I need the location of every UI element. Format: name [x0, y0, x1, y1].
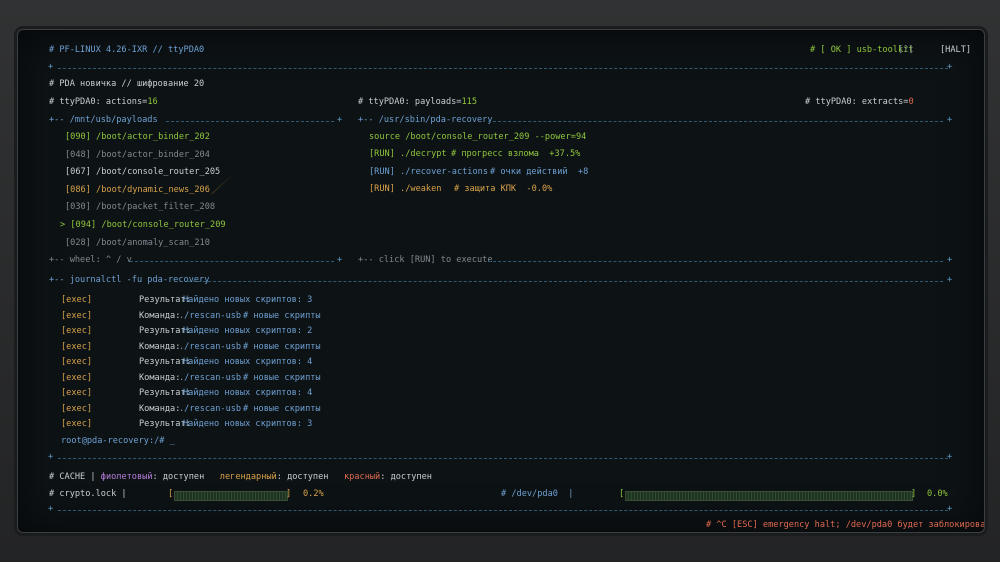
rule-plus: +	[48, 452, 54, 462]
cache-legendary: легендарный	[219, 472, 277, 482]
payload-item[interactable]: [086] /boot/dynamic_news_206	[65, 185, 210, 196]
journal-text: ./rescan-usb	[179, 310, 242, 321]
actions-counter: # ttyPDA0: actions=16	[49, 97, 158, 107]
dev-bracket-close: ]	[911, 489, 917, 499]
journal-tag: [exec]	[61, 403, 93, 414]
rule-plus: +	[48, 62, 54, 72]
journal-label: Команда:	[139, 341, 181, 352]
terminal-title: # PF-LINUX 4.26-IXR // ttyPDA0	[49, 45, 205, 55]
emergency-halt-warning: # ^C [ESC] emergency halt; /dev/pda0 буд…	[706, 520, 985, 530]
cache-line: # CACHE | фиолетовый: доступен легендарн…	[49, 472, 432, 482]
journal-tag: [exec]	[61, 419, 93, 429]
terminal-window: # PF-LINUX 4.26-IXR // ttyPDA0 # [ OK ] …	[17, 29, 985, 533]
run-button[interactable]: [RUN] ./decrypt	[369, 149, 447, 160]
payload-item[interactable]: [048] /boot/actor_binder_204	[65, 150, 210, 161]
rule-plus: +	[48, 504, 54, 514]
rule-plus: +	[337, 115, 343, 125]
help-button[interactable]: [?]	[898, 45, 914, 56]
shell-prompt[interactable]: root@pda-recovery:/# _	[61, 436, 175, 447]
journal-note: # новые скрипты	[243, 310, 321, 321]
journal-tag: [exec]	[61, 357, 93, 367]
cache-purple: фиолетовый	[100, 472, 153, 482]
run-note: # прогресс взлома +37.5%	[451, 149, 581, 159]
journal-tag: [exec]	[61, 310, 93, 321]
dev-bracket-open: [	[619, 489, 625, 499]
rule-plus: +	[947, 275, 953, 285]
journal-tag: [exec]	[61, 295, 93, 305]
halt-button[interactable]: [HALT]	[940, 45, 971, 56]
rule-plus: +	[947, 452, 953, 462]
payloads-footer: +-- wheel: ^ / v	[49, 255, 132, 265]
journal-tag: [exec]	[61, 388, 93, 398]
rule-plus: +	[947, 62, 953, 72]
crypto-bracket-open: [	[168, 489, 174, 499]
rule	[58, 510, 948, 511]
journal-tag: [exec]	[61, 326, 93, 336]
rule	[488, 121, 943, 122]
recovery-header: +-- /usr/sbin/pda-recovery	[358, 115, 493, 125]
rule-plus: +	[947, 115, 953, 125]
rule	[58, 458, 948, 459]
journal-note: # новые скрипты	[243, 372, 321, 383]
crypto-lock-bar	[174, 491, 288, 501]
journal-text: Найдено новых скриптов: 3	[183, 419, 313, 429]
payloads-header: +-- /mnt/usb/payloads	[49, 115, 158, 125]
journal-text: Найдено новых скриптов: 4	[183, 388, 313, 398]
extracts-counter: # ttyPDA0: extracts=0	[805, 97, 914, 107]
payload-item[interactable]: > [094] /boot/console_router_209	[60, 220, 226, 231]
journal-note: # новые скрипты	[243, 403, 321, 414]
run-button[interactable]: [RUN] ./weaken	[369, 184, 441, 195]
payload-item[interactable]: [090] /boot/actor_binder_202	[65, 132, 210, 143]
journal-note: # новые скрипты	[243, 341, 321, 352]
journal-header: +-- journalctl -fu pda-recovery	[49, 275, 210, 285]
run-button[interactable]: [RUN] ./recover-actions	[369, 167, 488, 178]
journal-text: ./rescan-usb	[179, 372, 242, 383]
journal-label: Команда:	[139, 372, 181, 383]
rule-plus: +	[947, 504, 953, 514]
journal-tag: [exec]	[61, 372, 93, 383]
crypto-bracket-close: ]	[286, 489, 292, 499]
rule-plus: +	[947, 255, 953, 265]
recovery-footer: +-- click [RUN] to execute	[358, 255, 493, 265]
dev-pda-bar	[625, 491, 913, 501]
recovery-source: source /boot/console_router_209 --power=…	[369, 132, 587, 142]
payloads-counter: # ttyPDA0: payloads=115	[358, 97, 478, 107]
rule	[188, 281, 943, 282]
rule	[130, 261, 334, 262]
journal-label: Команда:	[139, 310, 181, 321]
rule	[58, 68, 948, 69]
dev-pda-value: 0.0%	[927, 489, 948, 499]
rule	[166, 121, 334, 122]
payload-item[interactable]: [030] /boot/packet_filter_208	[65, 202, 215, 213]
run-note: # защита КПК -0.0%	[454, 184, 553, 195]
journal-tag: [exec]	[61, 341, 93, 352]
crypto-lock-value: 0.2%	[303, 489, 324, 499]
run-note: # очки действий +8	[490, 166, 589, 177]
payload-item[interactable]: [028] /boot/anomaly_scan_210	[65, 238, 210, 249]
journal-text: ./rescan-usb	[179, 403, 242, 414]
journal-text: ./rescan-usb	[179, 341, 242, 352]
journal-text: Найдено новых скриптов: 3	[183, 295, 313, 305]
rule	[488, 261, 943, 262]
journal-text: Найдено новых скриптов: 4	[183, 357, 313, 367]
journal-text: Найдено новых скриптов: 2	[183, 326, 313, 336]
crypto-lock-label: # crypto.lock |	[49, 489, 127, 499]
mouse-cursor-icon	[207, 173, 235, 199]
dev-pda-label: # /dev/pda0 |	[501, 489, 574, 499]
journal-label: Команда:	[139, 403, 181, 414]
rule-plus: +	[337, 255, 343, 265]
cache-red: красный	[344, 472, 381, 482]
intro-line: # PDA новичка // шифрование 20	[49, 79, 205, 89]
